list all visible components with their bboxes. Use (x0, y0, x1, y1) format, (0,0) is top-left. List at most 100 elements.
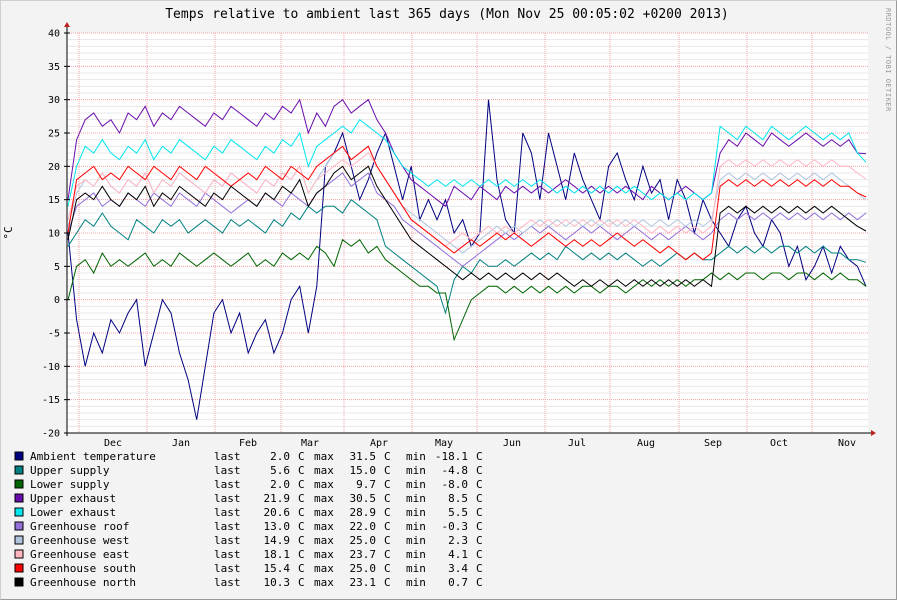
legend-last-value: 20.6 (264, 506, 291, 519)
y-tick-label: 35 (48, 62, 60, 73)
legend-series-name: Lower exhaust (30, 506, 116, 519)
legend-unit: C (476, 450, 483, 463)
legend-unit: C (298, 492, 305, 505)
temperature-chart: Temps relative to ambient last 365 days … (2, 7, 892, 589)
legend-min-label: min (406, 576, 426, 589)
legend-last-label: last (214, 506, 241, 519)
legend-series-name: Greenhouse roof (30, 520, 129, 533)
legend-series-name: Upper exhaust (30, 492, 116, 505)
legend-unit: C (476, 464, 483, 477)
legend-unit: C (384, 478, 391, 491)
legend-last-label: last (214, 492, 241, 505)
legend-max-label: max (314, 492, 334, 505)
legend-last-label: last (214, 520, 241, 533)
legend-min-label: min (406, 492, 426, 505)
legend-last-value: 2.0 (270, 478, 290, 491)
legend-min-value: 0.7 (448, 576, 468, 589)
x-tick-label: Dec (104, 438, 122, 449)
y-tick-label: 40 (48, 29, 60, 40)
legend-min-label: min (406, 520, 426, 533)
legend-min-value: 5.5 (448, 506, 468, 519)
legend: Ambient temperature last 2.0 Cmax 31.5 Cmin -1… (14, 450, 483, 589)
legend-swatch (14, 549, 24, 559)
y-tick-label: -15 (42, 395, 60, 406)
legend-min-value: 3.4 (448, 562, 468, 575)
legend-series-name: Greenhouse south (30, 562, 136, 575)
legend-unit: C (298, 506, 305, 519)
legend-min-label: min (406, 450, 426, 463)
legend-max-value: 25.0 (350, 534, 377, 547)
legend-max-label: max (314, 478, 334, 491)
legend-unit: C (384, 562, 391, 575)
legend-last-value: 18.1 (264, 548, 291, 561)
chart-title: Temps relative to ambient last 365 days … (165, 7, 729, 22)
legend-max-label: max (314, 548, 334, 561)
legend-unit: C (298, 464, 305, 477)
legend-max-value: 28.9 (350, 506, 377, 519)
legend-unit: C (298, 548, 305, 561)
legend-max-label: max (314, 506, 334, 519)
legend-last-label: last (214, 478, 241, 491)
x-tick-label: Feb (239, 438, 257, 449)
legend-min-value: 2.3 (448, 534, 468, 547)
y-tick-label: 5 (54, 262, 60, 273)
legend-unit: C (384, 576, 391, 589)
legend-last-value: 15.4 (264, 562, 291, 575)
legend-last-value: 13.0 (264, 520, 291, 533)
legend-unit: C (384, 534, 391, 547)
x-tick-label: Apr (370, 438, 388, 449)
x-tick-label: May (435, 438, 453, 449)
legend-swatch (14, 535, 24, 545)
legend-unit: C (476, 534, 483, 547)
legend-last-label: last (214, 534, 241, 547)
legend-series-name: Ambient temperature (30, 450, 156, 463)
legend-min-label: min (406, 548, 426, 561)
legend-min-value: 4.1 (448, 548, 468, 561)
y-tick-label: 30 (48, 95, 60, 106)
legend-max-value: 25.0 (350, 562, 377, 575)
legend-unit: C (298, 520, 305, 533)
legend-last-value: 14.9 (264, 534, 291, 547)
legend-max-label: max (314, 534, 334, 547)
legend-unit: C (476, 576, 483, 589)
y-tick-label: -5 (48, 329, 60, 340)
y-tick-label: 25 (48, 129, 60, 140)
legend-min-label: min (406, 464, 426, 477)
legend-unit: C (476, 506, 483, 519)
legend-swatch (14, 521, 24, 531)
legend-min-value: -4.8 (442, 464, 469, 477)
y-tick-label: 20 (48, 162, 60, 173)
legend-max-value: 15.0 (350, 464, 377, 477)
legend-unit: C (384, 450, 391, 463)
legend-unit: C (476, 548, 483, 561)
legend-swatch (14, 465, 24, 475)
x-tick-label: Oct (770, 438, 788, 449)
legend-last-value: 2.0 (270, 450, 290, 463)
legend-min-value: -8.0 (442, 478, 469, 491)
y-tick-label: 10 (48, 229, 60, 240)
legend-series-name: Lower supply (30, 478, 110, 491)
legend-unit: C (384, 506, 391, 519)
x-tick-label: Jul (568, 438, 586, 449)
x-tick-label: Jan (172, 438, 190, 449)
legend-swatch (14, 507, 24, 517)
legend-unit: C (476, 562, 483, 575)
legend-unit: C (384, 492, 391, 505)
legend-min-value: 8.5 (448, 492, 468, 505)
y-tick-label: 0 (54, 295, 60, 306)
legend-max-label: max (314, 464, 334, 477)
legend-unit: C (298, 534, 305, 547)
legend-unit: C (476, 520, 483, 533)
legend-swatch (14, 451, 24, 461)
legend-last-label: last (214, 562, 241, 575)
legend-max-value: 9.7 (356, 478, 376, 491)
legend-max-value: 31.5 (350, 450, 377, 463)
y-axis-label: °C (2, 226, 15, 239)
x-axis-arrow (871, 430, 876, 436)
legend-last-value: 21.9 (264, 492, 291, 505)
legend-last-label: last (214, 464, 241, 477)
legend-swatch (14, 493, 24, 503)
legend-unit: C (298, 450, 305, 463)
legend-series-name: Greenhouse east (30, 548, 129, 561)
y-tick-label: -10 (42, 362, 60, 373)
